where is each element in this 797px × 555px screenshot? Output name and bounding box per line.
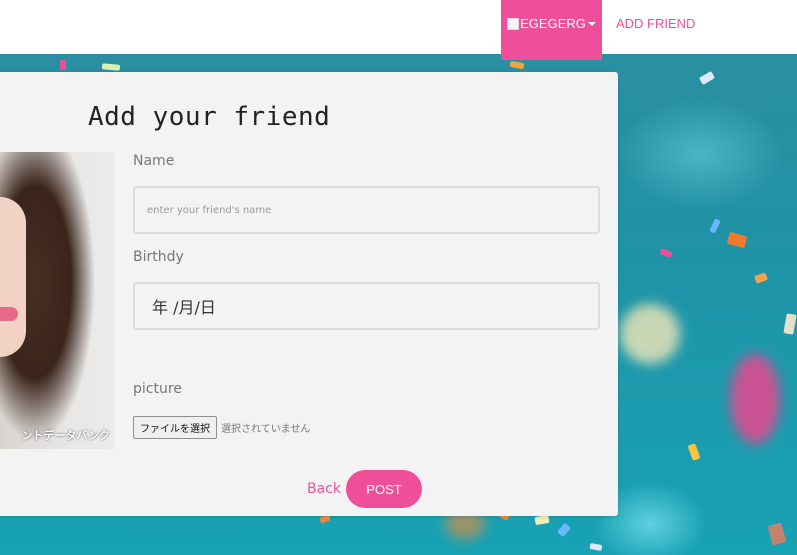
user-name: EGEGERG [520, 16, 586, 31]
caret-down-icon [587, 22, 596, 26]
birthday-label: Birthdy [133, 249, 184, 265]
birthday-date-field[interactable]: 年 /月/日 [133, 282, 600, 330]
friend-photo: ントデータバンク [0, 152, 114, 449]
back-link[interactable]: Back [307, 481, 341, 497]
add-friend-card: Add your friend ントデータバンク Name Birthdy 年 … [0, 72, 618, 516]
photo-lips [0, 307, 18, 321]
picture-file-input: ファイルを選択 選択されていません [133, 416, 310, 439]
birthday-value: 年 /月/日 [152, 298, 216, 317]
file-status-text: 選択されていません [221, 424, 311, 435]
user-dropdown-toggle[interactable]: EGEGERG [501, 0, 602, 60]
avatar [507, 18, 520, 30]
photo-face [0, 197, 26, 357]
photo-watermark: ントデータバンク [21, 429, 110, 442]
picture-label: picture [133, 381, 182, 397]
top-navbar: EGEGERG ADD FRIEND [0, 0, 797, 60]
page-title: Add your friend [88, 102, 331, 132]
choose-file-button[interactable]: ファイルを選択 [133, 416, 217, 439]
name-label: Name [133, 153, 175, 169]
add-friend-link[interactable]: ADD FRIEND [616, 16, 695, 31]
post-button[interactable]: POST [346, 470, 422, 508]
name-field[interactable] [133, 186, 600, 234]
